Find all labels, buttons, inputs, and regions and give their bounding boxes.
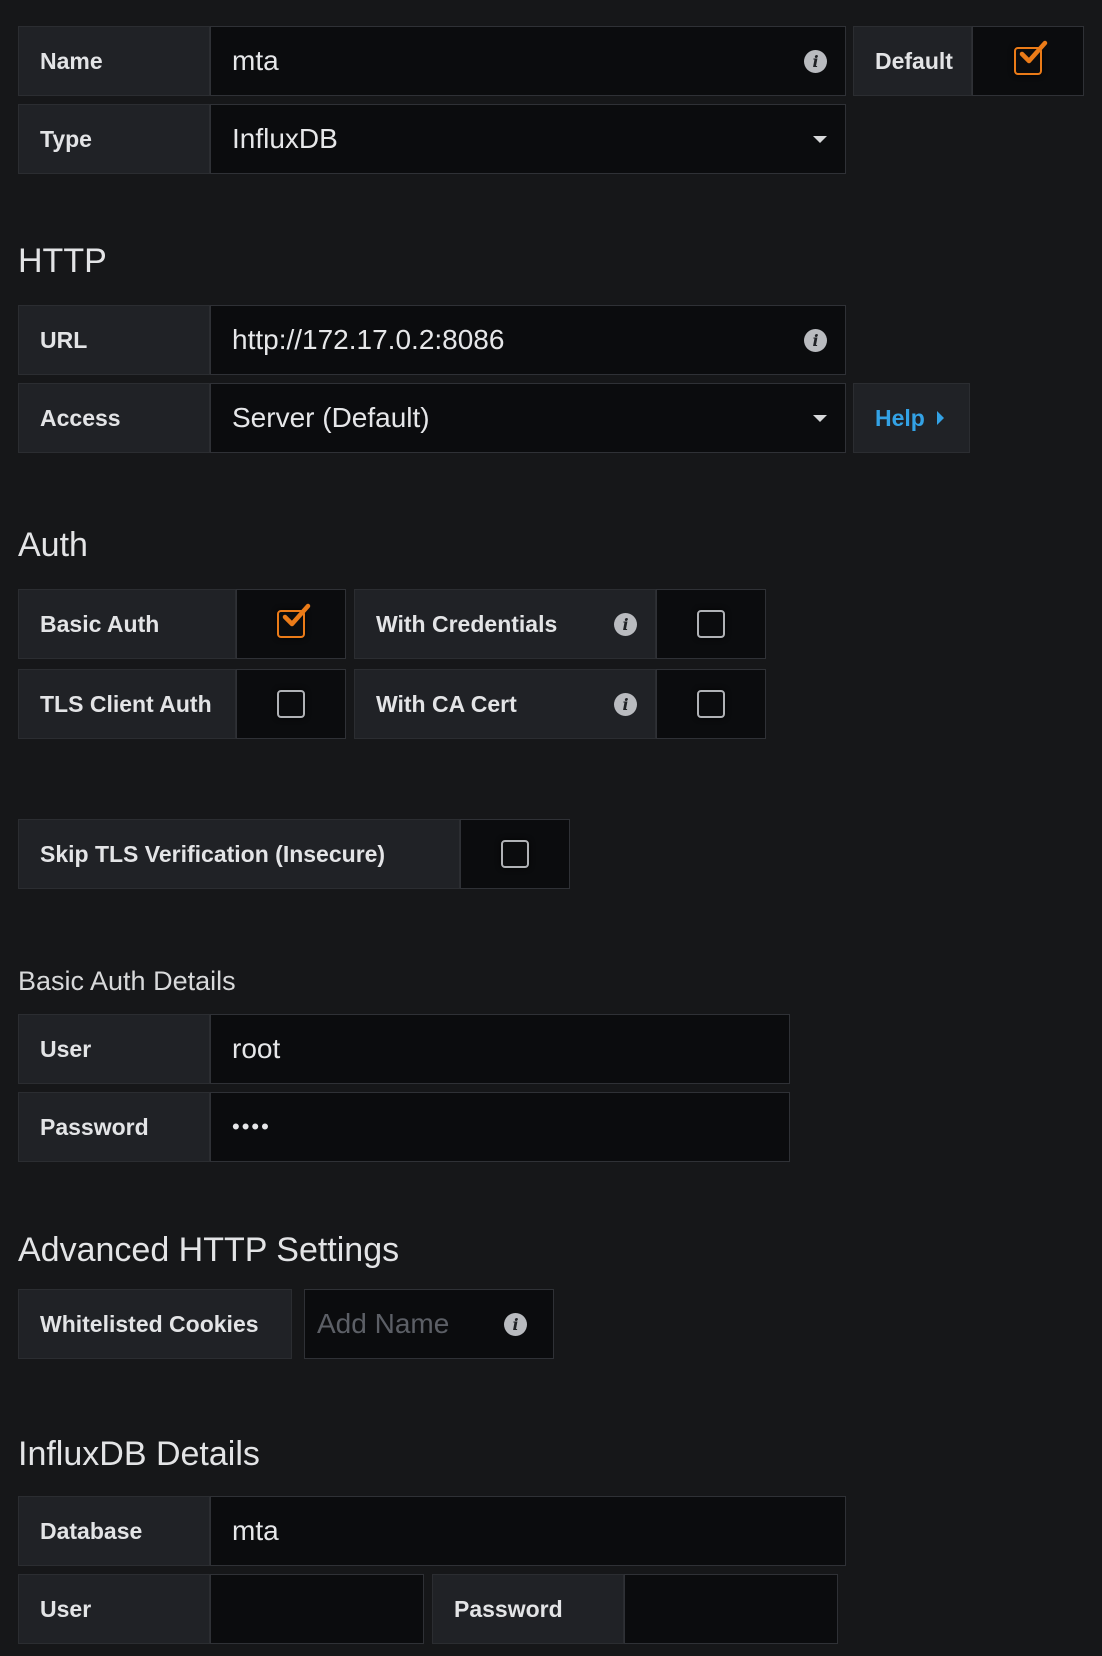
basic-user-label: User <box>18 1014 210 1084</box>
advanced-http-heading: Advanced HTTP Settings <box>18 1231 400 1269</box>
url-row: URL http://172.17.0.2:8086 i <box>18 305 846 375</box>
tls-client-auth-checkbox[interactable] <box>277 690 305 718</box>
url-value: http://172.17.0.2:8086 <box>232 324 505 355</box>
basic-user-input[interactable]: root <box>210 1014 790 1084</box>
checkmark-icon <box>282 603 311 627</box>
name-input[interactable]: mta i <box>210 26 846 96</box>
with-credentials-checkbox-cell[interactable] <box>656 589 766 659</box>
name-value: mta <box>232 45 279 76</box>
default-row: Default <box>853 26 1084 96</box>
basic-auth-details-heading: Basic Auth Details <box>18 966 236 996</box>
http-heading: HTTP <box>18 242 107 280</box>
cookies-placeholder: Add Name <box>317 1308 450 1339</box>
basic-auth-checkbox-cell[interactable] <box>236 589 346 659</box>
basic-auth-row: Basic Auth <box>18 589 346 659</box>
caret-right-icon <box>936 411 944 425</box>
access-value: Server (Default) <box>232 402 430 433</box>
tls-client-auth-label: TLS Client Auth <box>18 669 236 739</box>
skip-tls-checkbox-cell[interactable] <box>460 819 570 889</box>
info-icon[interactable]: i <box>804 49 827 73</box>
with-credentials-label: With Credentials <box>376 610 558 637</box>
type-row: Type InfluxDB <box>18 104 846 174</box>
database-input[interactable]: mta <box>210 1496 846 1566</box>
help-row: Help <box>853 383 970 453</box>
influx-user-input[interactable] <box>210 1574 424 1644</box>
database-row: Database mta <box>18 1496 846 1566</box>
influx-user-label: User <box>18 1574 210 1644</box>
default-checkbox[interactable] <box>1014 40 1048 75</box>
database-value: mta <box>232 1515 279 1546</box>
with-ca-cert-checkbox[interactable] <box>697 690 725 718</box>
info-icon[interactable]: i <box>804 328 827 352</box>
type-select[interactable]: InfluxDB <box>210 104 846 174</box>
database-label: Database <box>18 1496 210 1566</box>
tls-client-auth-checkbox-cell[interactable] <box>236 669 346 739</box>
checkmark-icon <box>1019 40 1048 64</box>
influx-password-label: Password <box>432 1574 624 1644</box>
cookies-input[interactable]: Add Name i <box>304 1289 554 1359</box>
with-credentials-row: With Credentials i <box>354 589 766 659</box>
with-ca-cert-label-cell: With CA Cert i <box>354 669 656 739</box>
skip-tls-checkbox[interactable] <box>501 840 529 868</box>
influx-user-row: User <box>18 1574 424 1644</box>
basic-password-row: Password •••• <box>18 1092 790 1162</box>
with-credentials-checkbox[interactable] <box>697 610 725 638</box>
caret-down-icon <box>813 135 827 143</box>
skip-tls-label: Skip TLS Verification (Insecure) <box>18 819 460 889</box>
auth-heading: Auth <box>18 526 88 564</box>
basic-user-row: User root <box>18 1014 790 1084</box>
access-label: Access <box>18 383 210 453</box>
name-label: Name <box>18 26 210 96</box>
type-value: InfluxDB <box>232 123 338 154</box>
info-icon[interactable]: i <box>614 612 637 636</box>
info-icon[interactable]: i <box>614 692 637 716</box>
url-label: URL <box>18 305 210 375</box>
caret-down-icon <box>813 414 827 422</box>
with-ca-cert-row: With CA Cert i <box>354 669 766 739</box>
influx-password-input[interactable] <box>624 1574 838 1644</box>
influx-password-row: Password <box>432 1574 838 1644</box>
access-select[interactable]: Server (Default) <box>210 383 846 453</box>
basic-auth-checkbox[interactable] <box>277 603 311 638</box>
default-label: Default <box>853 26 972 96</box>
skip-tls-row: Skip TLS Verification (Insecure) <box>18 819 570 889</box>
help-label: Help <box>875 404 925 431</box>
influxdb-details-heading: InfluxDB Details <box>18 1435 260 1473</box>
access-row: Access Server (Default) <box>18 383 846 453</box>
name-row: Name mta i <box>18 26 846 96</box>
cookies-row: Whitelisted Cookies Add Name i <box>18 1289 554 1359</box>
default-checkbox-cell[interactable] <box>972 26 1084 96</box>
basic-user-value: root <box>232 1033 281 1064</box>
cookies-label: Whitelisted Cookies <box>18 1289 292 1359</box>
with-credentials-label-cell: With Credentials i <box>354 589 656 659</box>
with-ca-cert-label: With CA Cert <box>376 690 517 717</box>
info-icon[interactable]: i <box>504 1312 527 1336</box>
basic-password-value: •••• <box>232 1114 271 1139</box>
basic-auth-label: Basic Auth <box>18 589 236 659</box>
type-label: Type <box>18 104 210 174</box>
help-button[interactable]: Help <box>853 383 970 453</box>
tls-client-auth-row: TLS Client Auth <box>18 669 346 739</box>
basic-password-input[interactable]: •••• <box>210 1092 790 1162</box>
basic-password-label: Password <box>18 1092 210 1162</box>
url-input[interactable]: http://172.17.0.2:8086 i <box>210 305 846 375</box>
with-ca-cert-checkbox-cell[interactable] <box>656 669 766 739</box>
